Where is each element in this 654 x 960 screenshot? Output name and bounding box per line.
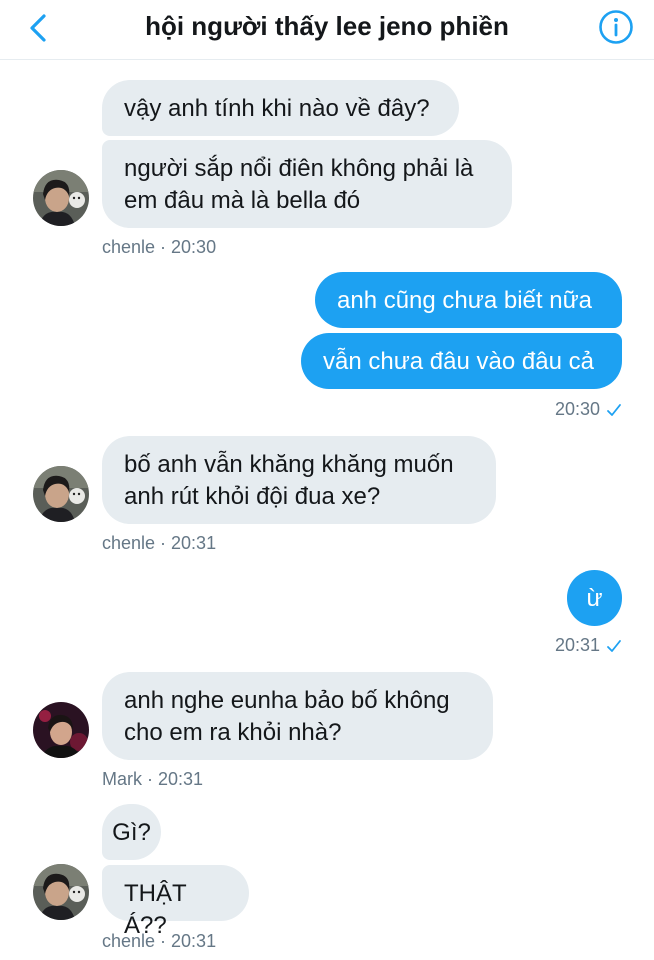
message-meta: chenle · 20:31: [102, 931, 217, 951]
message-meta: chenle · 20:30: [102, 237, 217, 257]
avatar[interactable]: [33, 170, 89, 226]
info-button[interactable]: [598, 9, 634, 45]
conversation-title: hội người thấy lee jeno phiền: [145, 11, 509, 41]
info-icon: [599, 10, 633, 44]
back-button[interactable]: [18, 8, 58, 48]
message-meta: 20:30: [555, 398, 622, 420]
check-icon: [607, 404, 621, 416]
avatar[interactable]: [33, 466, 89, 522]
message-meta: Mark · 20:31: [102, 769, 204, 789]
message-time: 20:31: [554, 635, 600, 655]
message-bubble[interactable]: anh cũng chưa biết nữa: [315, 272, 622, 328]
message-bubble[interactable]: Gì?: [102, 804, 161, 860]
message-time: 20:30: [554, 399, 600, 419]
message-bubble[interactable]: người sắp nổi điên không phải là em đâu …: [102, 140, 512, 228]
conversation-header: hội người thấy lee jeno phiền: [0, 0, 654, 60]
message-bubble[interactable]: ừ: [567, 570, 622, 626]
check-icon: [607, 640, 621, 652]
message-bubble[interactable]: vẫn chưa đâu vào đâu cả: [301, 333, 622, 389]
chevron-left-icon: [30, 14, 46, 42]
message-meta: chenle · 20:31: [102, 533, 217, 553]
message-bubble[interactable]: anh nghe eunha bảo bố không cho em ra kh…: [102, 672, 493, 760]
avatar[interactable]: [33, 864, 89, 920]
avatar[interactable]: [33, 702, 89, 758]
message-meta: 20:31: [555, 634, 622, 656]
message-bubble[interactable]: vậy anh tính khi nào về đây?: [102, 80, 459, 136]
message-bubble[interactable]: THẬT Á??: [102, 865, 249, 939]
message-bubble[interactable]: bố anh vẫn khăng khăng muốn anh rút khỏi…: [102, 436, 496, 524]
